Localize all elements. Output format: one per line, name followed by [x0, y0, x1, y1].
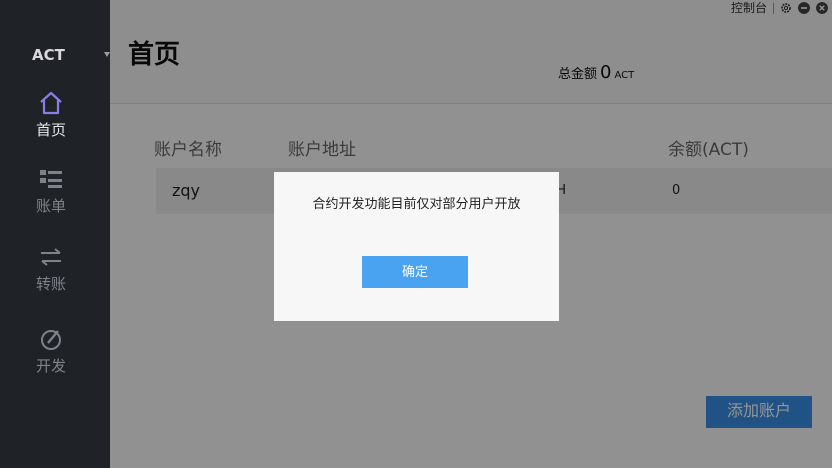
home-icon: [40, 91, 62, 115]
sidebar: ACT 首页 账单 转账 开发: [0, 0, 110, 468]
brand-name: ACT: [32, 46, 65, 64]
sidebar-item-label: 开发: [35, 357, 66, 375]
brand-selector[interactable]: ACT: [0, 44, 110, 66]
list-icon: [40, 170, 62, 188]
sidebar-item-label: 账单: [35, 197, 66, 215]
confirm-button[interactable]: 确定: [362, 256, 468, 288]
transfer-icon: [41, 248, 61, 266]
sidebar-item-label: 转账: [35, 275, 66, 293]
dialog-message: 合约开发功能目前仅对部分用户开放: [312, 197, 521, 212]
sidebar-item-label: 首页: [35, 121, 66, 139]
notice-dialog: 合约开发功能目前仅对部分用户开放 确定: [274, 172, 559, 321]
sidebar-item-transfer[interactable]: 转账: [0, 244, 110, 306]
sidebar-item-home[interactable]: 首页: [0, 90, 110, 152]
sidebar-item-bills[interactable]: 账单: [0, 166, 110, 228]
sidebar-item-develop[interactable]: 开发: [0, 326, 110, 388]
develop-icon: [41, 330, 61, 350]
